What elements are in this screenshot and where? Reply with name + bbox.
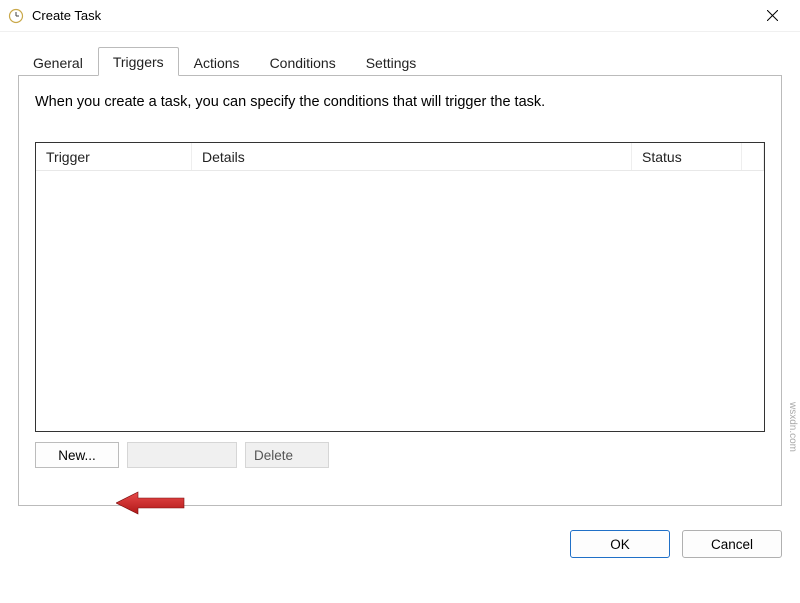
dialog-footer: OK Cancel	[0, 516, 800, 558]
new-button[interactable]: New...	[35, 442, 119, 468]
column-details[interactable]: Details	[192, 143, 632, 170]
delete-label: Delete	[254, 448, 293, 463]
cancel-button[interactable]: Cancel	[682, 530, 782, 558]
titlebar: Create Task	[0, 0, 800, 32]
tab-triggers[interactable]: Triggers	[98, 47, 179, 76]
tab-strip: General Triggers Actions Conditions Sett…	[18, 46, 782, 76]
clock-icon	[8, 8, 24, 24]
column-status[interactable]: Status	[632, 143, 742, 170]
window-title: Create Task	[32, 8, 752, 23]
tab-actions[interactable]: Actions	[179, 48, 255, 76]
column-trigger[interactable]: Trigger	[36, 143, 192, 170]
grid-body[interactable]	[36, 171, 764, 431]
tab-general[interactable]: General	[18, 48, 98, 76]
grid-action-row: New... Edit... Delete	[35, 442, 765, 468]
panel-description: When you create a task, you can specify …	[35, 94, 765, 110]
ok-button[interactable]: OK	[570, 530, 670, 558]
tab-panel-triggers: When you create a task, you can specify …	[18, 76, 782, 506]
triggers-grid[interactable]: Trigger Details Status	[35, 142, 765, 432]
grid-header: Trigger Details Status	[36, 143, 764, 171]
tab-conditions[interactable]: Conditions	[255, 48, 351, 76]
edit-button[interactable]: Edit...	[127, 442, 237, 468]
delete-button[interactable]: Delete	[245, 442, 329, 468]
watermark: wsxdn.com	[787, 402, 798, 452]
dialog-body: General Triggers Actions Conditions Sett…	[0, 32, 800, 516]
tab-settings[interactable]: Settings	[351, 48, 432, 76]
close-icon[interactable]	[752, 0, 792, 32]
column-padding	[742, 143, 764, 170]
